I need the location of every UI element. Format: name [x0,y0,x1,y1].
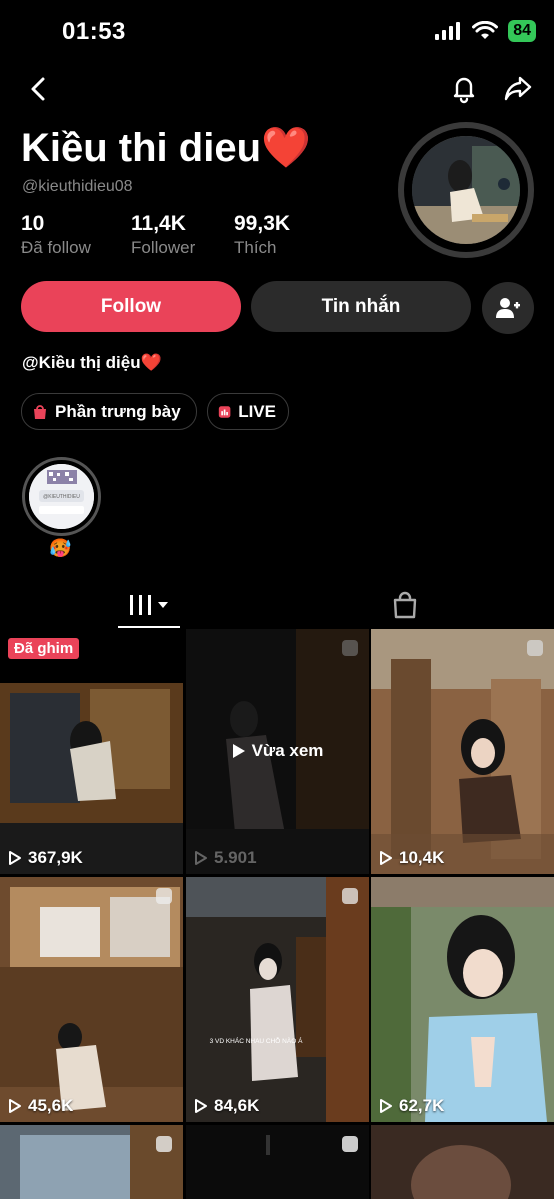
multi-photo-icon [341,887,359,905]
story-highlight[interactable]: @KIEUTHIDIEU [22,457,101,536]
status-bar: 01:53 84 [0,0,554,64]
video-thumbnail [371,629,554,874]
multi-photo-icon [155,1135,173,1153]
signal-icon [435,22,461,40]
view-count-text: 367,9K [28,848,83,867]
view-count: 367,9K [8,848,83,868]
pinned-badge: Đã ghim [8,638,80,659]
play-outline-icon [195,851,207,865]
view-count-text: 62,7K [399,1096,445,1115]
stat-followers[interactable]: 11,4K Follower [131,212,195,258]
video-tile[interactable] [371,1125,554,1199]
multi-photo-icon [341,1135,359,1153]
play-outline-icon [9,851,21,865]
content-tabs [0,582,554,628]
play-icon [232,744,245,758]
add-friend-button[interactable] [482,282,534,334]
stat-value: 10 [21,212,45,235]
top-nav [0,66,554,114]
video-tile[interactable]: 10,4K [371,629,554,874]
live-icon [218,405,231,418]
multi-photo-icon [526,639,544,657]
status-time: 01:53 [62,18,126,45]
view-count-text: 45,6K [28,1096,74,1115]
view-count: 10,4K [379,848,444,868]
view-count: 62,7K [379,1096,444,1116]
caret-down-icon [158,602,168,608]
stat-following[interactable]: 10 Đã follow [21,212,91,258]
highlight-thumbnail: @KIEUTHIDIEU [29,464,94,529]
highlight-label: 🥵 [49,538,72,558]
view-count: 45,6K [8,1096,73,1116]
view-count-text: 5.901 [214,848,257,867]
active-tab-indicator [118,626,180,628]
stat-value: 99,3K [234,212,291,235]
avatar[interactable] [398,122,534,258]
multi-photo-icon [341,639,359,657]
video-tile[interactable] [186,1125,369,1199]
grid-icon [130,595,151,615]
video-thumbnail [0,877,183,1122]
play-outline-icon [380,851,392,865]
view-count: 5.901 [194,848,257,868]
avatar-illustration [412,136,520,244]
shop-bag-icon[interactable] [390,590,420,620]
multi-photo-icon [155,887,173,905]
play-outline-icon [9,1099,21,1113]
share-icon[interactable] [502,72,534,104]
view-count-text: 10,4K [399,848,445,867]
qr-code-icon: @KIEUTHIDIEU [29,464,94,529]
view-count: 84,6K [194,1096,259,1116]
back-arrow-icon[interactable] [24,74,54,104]
qr-caption: @KIEUTHIDIEU [43,494,80,500]
video-tile[interactable]: 62,7K [371,877,554,1122]
stat-label: Thích [234,238,277,257]
video-tile[interactable]: 3 VD KHÁC NHAU CHỖ NÀO Á 84,6K [186,877,369,1122]
stat-label: Đã follow [21,238,91,257]
stat-likes[interactable]: 99,3K Thích [234,212,290,258]
video-thumbnail [0,629,183,874]
video-thumbnail [371,877,554,1122]
video-tile[interactable]: 45,6K [0,877,183,1122]
status-icons: 84 [434,20,536,42]
add-user-icon [496,298,520,318]
stat-value: 11,4K [131,212,186,235]
shopping-bag-icon [34,404,46,419]
message-button[interactable]: Tin nhắn [251,281,471,332]
video-caption: 3 VD KHÁC NHAU CHỖ NÀO Á [210,1036,303,1045]
display-name: Kiều thi dieu❤️ [21,126,311,170]
video-tile[interactable]: Vừa xem 5.901 [186,629,369,874]
showcase-chip[interactable]: Phần trưng bày [21,393,197,430]
wifi-icon [472,21,499,39]
live-chip[interactable]: LIVE [207,393,289,430]
username: @kieuthidieu08 [22,178,133,195]
view-count-text: 84,6K [214,1096,260,1115]
recently-watched-overlay: Vừa xem [186,741,369,761]
battery-indicator: 84 [508,20,536,42]
follow-button[interactable]: Follow [21,281,241,332]
video-thumbnail [371,1125,554,1199]
video-tile[interactable] [0,1125,183,1199]
showcase-label: Phần trưng bày [55,401,181,421]
video-thumbnail: 3 VD KHÁC NHAU CHỖ NÀO Á [186,877,369,1122]
bell-icon[interactable] [448,72,480,104]
live-label: LIVE [238,401,276,421]
tab-videos[interactable] [118,582,180,628]
avatar-photo [412,136,520,244]
stat-label: Follower [131,238,196,257]
play-outline-icon [380,1099,392,1113]
play-outline-icon [195,1099,207,1113]
video-tile[interactable]: Đã ghim 367,9K [0,629,183,874]
bio-text: @Kiều thị diệu❤️ [22,353,162,372]
watched-text: Vừa xem [251,741,324,760]
